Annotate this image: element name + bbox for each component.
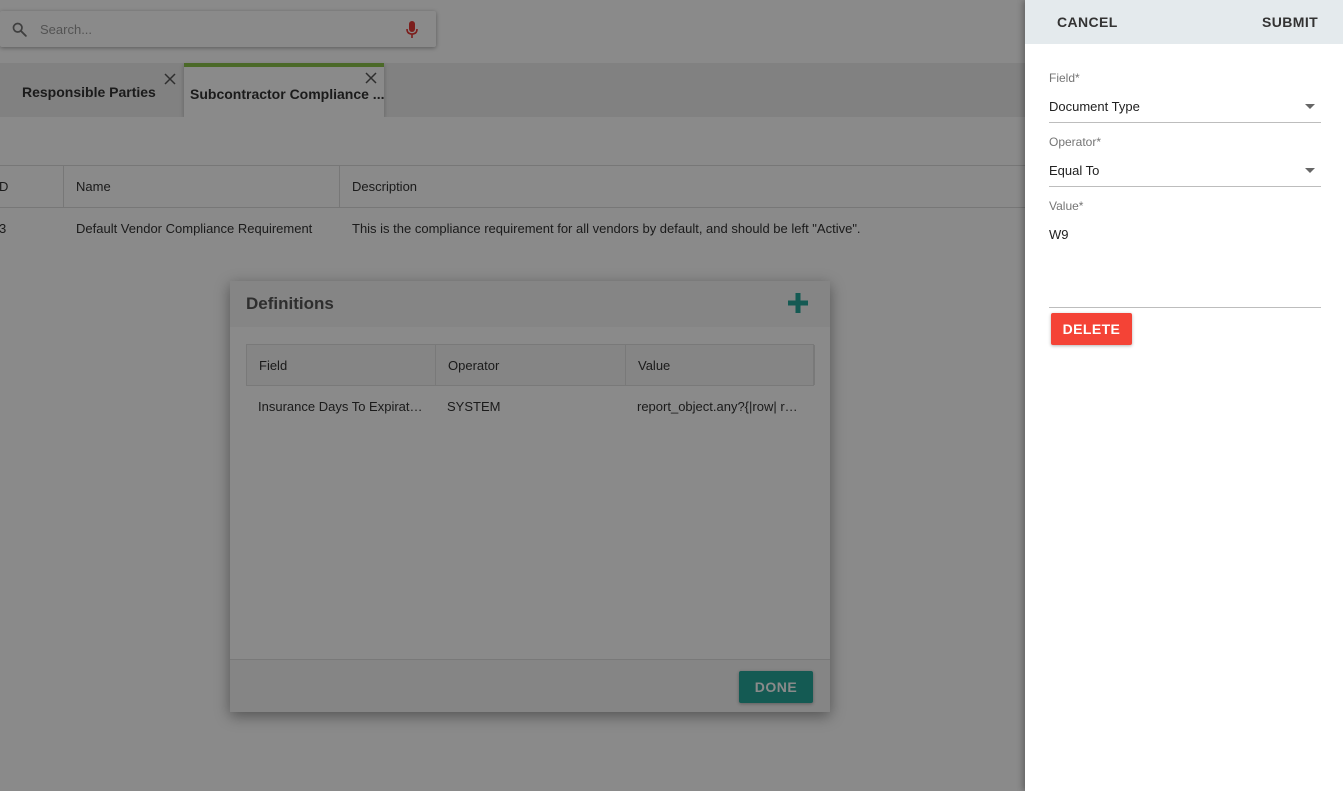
field-select[interactable]: Document Type [1049,97,1321,123]
operator-select-value: Equal To [1049,163,1100,178]
field-select-value: Document Type [1049,99,1140,114]
panel-header: CANCEL SUBMIT [1025,0,1343,44]
cancel-button[interactable]: CANCEL [1049,0,1126,44]
delete-button[interactable]: DELETE [1051,313,1132,345]
value-textarea[interactable]: W9 [1049,225,1321,308]
field-form-group: Field* Document Type [1049,71,1321,123]
operator-label: Operator* [1049,135,1102,149]
submit-button[interactable]: SUBMIT [1254,0,1326,44]
stage: Responsible Parties Subcontractor Compli… [0,0,1343,791]
chevron-down-icon [1305,168,1315,173]
value-text: W9 [1049,227,1069,242]
value-label: Value* [1049,199,1084,213]
operator-select[interactable]: Equal To [1049,161,1321,187]
edit-definition-panel: CANCEL SUBMIT Field* Document Type Opera… [1025,0,1343,791]
field-label: Field* [1049,71,1080,85]
value-form-group: Value* W9 [1049,199,1321,308]
operator-form-group: Operator* Equal To [1049,135,1321,187]
chevron-down-icon [1305,104,1315,109]
